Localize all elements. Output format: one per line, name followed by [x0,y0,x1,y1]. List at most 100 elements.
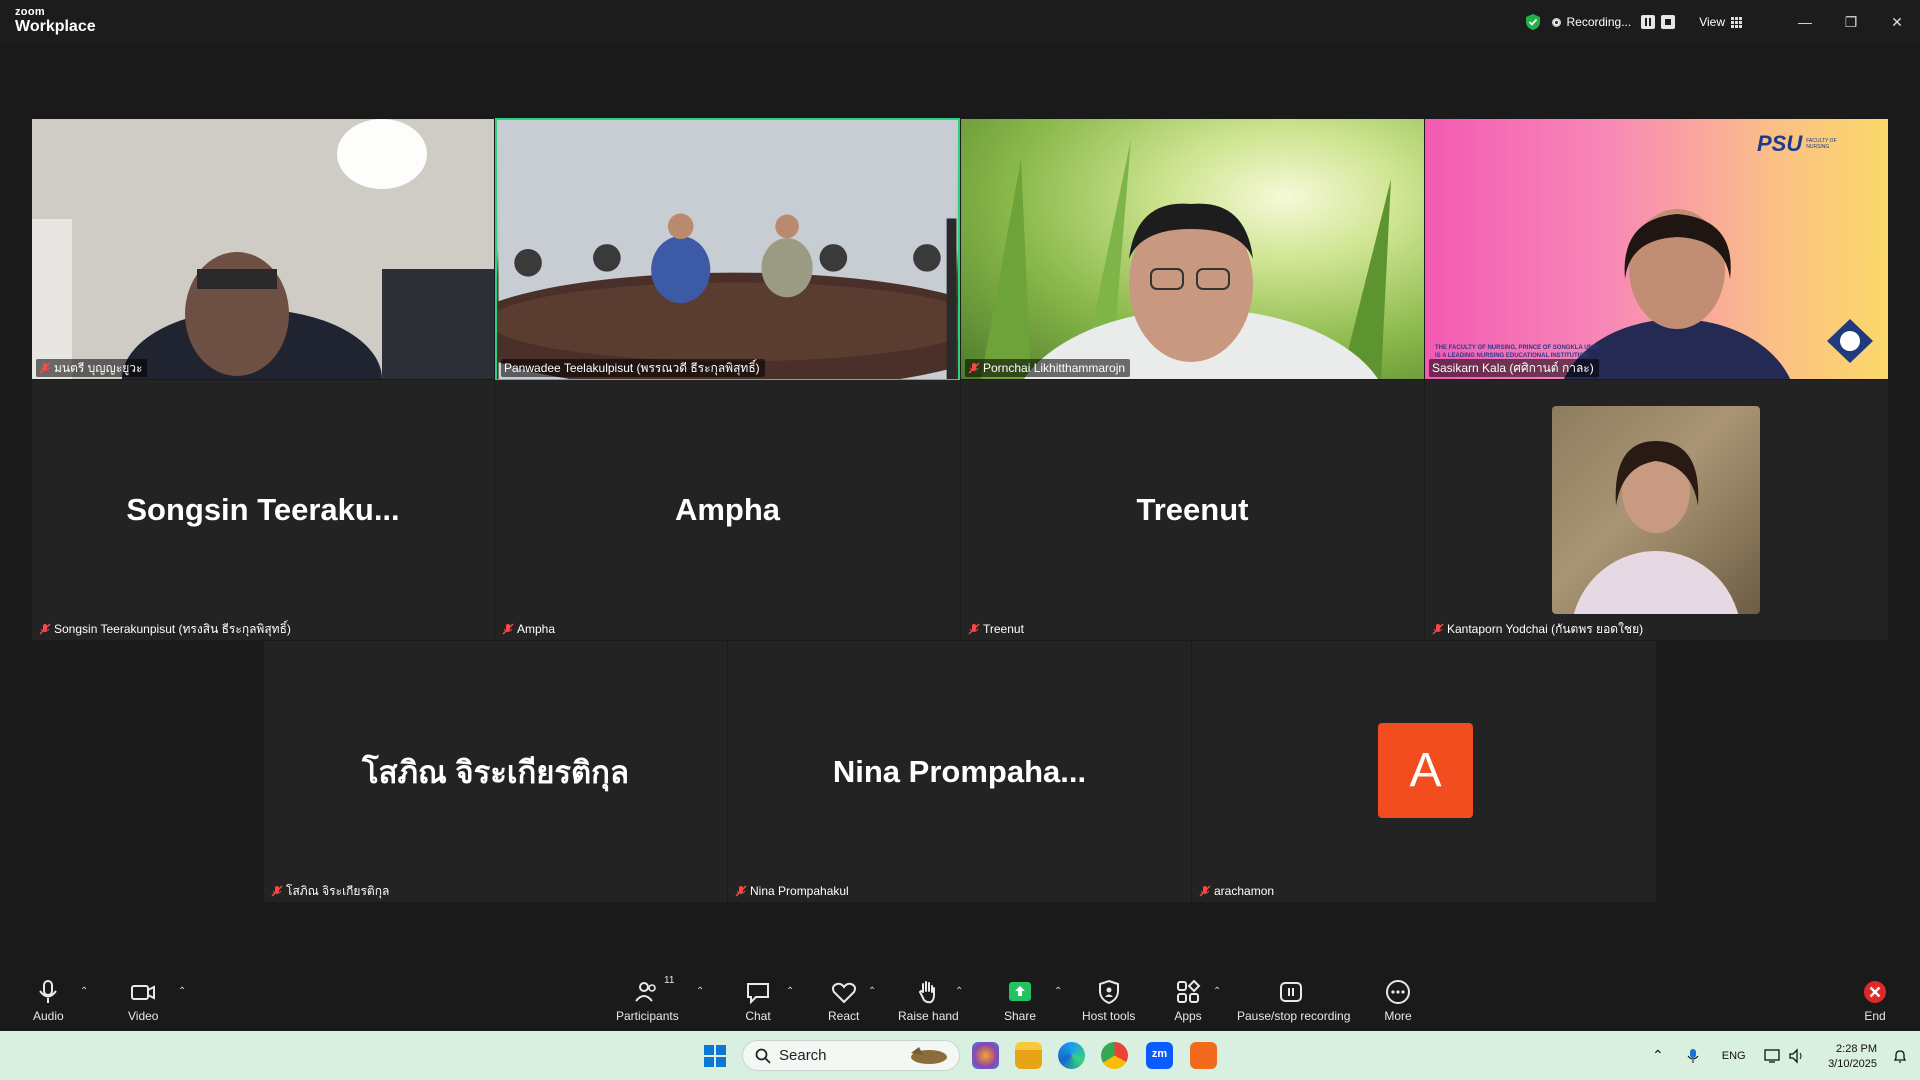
volume-icon[interactable] [1788,1047,1806,1064]
participant-name: Nina Prompahakul [750,884,849,898]
video-tile-active-speaker[interactable]: Panwadee Teelakulpisut (พรรณวดี ธีระกุลพ… [495,118,960,381]
video-tile-camera-off[interactable]: Nina Prompaha... Nina Prompahakul [728,641,1191,902]
zoom-logo: zoom Workplace [15,7,96,35]
psu-logo-line: FACULTY OF NURSING [1806,138,1837,150]
apps-icon [1177,979,1201,1003]
host-tools-button[interactable]: Host tools [1082,978,1135,1023]
participant-label: มนตรี บุญญะยูวะ [36,359,148,377]
notification-bell-icon[interactable] [1892,1048,1908,1064]
end-call-icon [1864,981,1886,1003]
avatar-initial: A [1378,723,1473,818]
view-label: View [1699,15,1725,29]
video-tile-camera-off[interactable]: โสภิณ จิระเกียรติกุล โสภิณ จิระเกียรติกุ… [264,641,727,902]
participant-name: Treenut [983,622,1024,636]
host-tools-shield-icon [1098,979,1119,1005]
apps-options-chevron-icon[interactable]: ⌃ [1213,986,1221,997]
participant-display-name: Songsin Teeraku... [126,492,400,527]
mic-muted-icon [968,362,980,374]
participant-name: Songsin Teerakunpisut (ทรงสิน ธีระกุลพิส… [54,621,291,636]
system-tray: ⌃ ENG [1652,1031,1806,1080]
chat-button[interactable]: Chat [744,978,772,1023]
audio-options-chevron-icon[interactable]: ⌃ [80,986,88,997]
react-label: React [828,1009,860,1023]
mic-muted-icon [39,362,51,374]
video-tile-camera-off[interactable]: Songsin Teeraku... Songsin Teerakunpisut… [32,380,494,640]
raise-hand-button[interactable]: Raise hand [898,978,959,1023]
video-label: Video [128,1009,159,1023]
chrome-browser-icon[interactable] [1101,1042,1128,1069]
participant-name: Panwadee Teelakulpisut (พรรณวดี ธีระกุลพ… [504,360,760,375]
restore-button[interactable]: ❐ [1828,0,1874,44]
chat-options-chevron-icon[interactable]: ⌃ [786,986,794,997]
participants-options-chevron-icon[interactable]: ⌃ [696,986,704,997]
taskbar-search-input[interactable]: Search [742,1040,960,1071]
language-indicator[interactable]: ENG [1722,1050,1746,1062]
brand-workplace: Workplace [15,18,96,35]
participant-display-name: โสภิณ จิระเกียรติกุล [362,754,629,790]
zoom-app-icon[interactable]: zm [1146,1042,1173,1069]
copilot-icon[interactable] [972,1042,999,1069]
camera-feed [1563,209,1873,379]
pinned-app-icon[interactable] [1190,1042,1217,1069]
encryption-shield-icon[interactable] [1524,13,1542,31]
close-window-button[interactable]: ✕ [1874,0,1920,44]
video-tile[interactable]: PSU FACULTY OF NURSING THE FACULTY OF NU… [1425,119,1888,379]
participant-label: Kantaporn Yodchai (กันตพร ยอดใชย) [1429,620,1648,638]
share-button[interactable]: Share [1004,978,1036,1023]
participant-name: มนตรี บุญญะยูวะ [54,360,143,375]
audio-button[interactable]: Audio [33,978,64,1023]
react-options-chevron-icon[interactable]: ⌃ [868,986,876,997]
network-icon[interactable] [1763,1048,1782,1064]
file-explorer-icon[interactable] [1015,1042,1042,1069]
pause-stop-recording-button[interactable]: Pause/stop recording [1237,978,1350,1023]
participant-label: Nina Prompahakul [732,882,854,900]
video-options-chevron-icon[interactable]: ⌃ [178,986,186,997]
mic-muted-icon [39,623,51,635]
participant-name: Ampha [517,622,556,636]
microphone-tray-icon[interactable] [1686,1048,1700,1064]
windows-taskbar: Search zm ⌃ ENG 2:28 PM 3/10/2025 [0,1031,1920,1080]
pause-stop-recording-icon [1279,982,1302,1002]
recording-indicator-icon [1551,17,1561,27]
react-button[interactable]: React [828,978,859,1023]
end-label: End [1864,1009,1886,1023]
participant-label: Ampha [499,620,560,638]
show-hidden-icons-chevron-icon[interactable]: ⌃ [1652,1047,1664,1064]
minimize-button[interactable]: — [1782,0,1828,44]
participant-label: Panwadee Teelakulpisut (พรรณวดี ธีระกุลพ… [501,359,765,377]
taskbar-clock[interactable]: 2:28 PM 3/10/2025 [1828,1042,1877,1072]
stop-recording-icon[interactable] [1661,15,1676,29]
participant-name: arachamon [1214,884,1275,898]
windows-start-icon[interactable] [704,1045,726,1067]
search-icon [755,1048,771,1064]
participant-label: โสภิณ จิระเกียรติกุล [268,882,394,900]
chat-label: Chat [745,1009,771,1023]
raise-hand-options-chevron-icon[interactable]: ⌃ [955,986,963,997]
participant-label: Sasikarn Kala (ศศิกานต์ กาละ) [1429,359,1599,377]
participants-label: Participants [616,1009,679,1023]
clock-date: 3/10/2025 [1828,1058,1877,1070]
view-button[interactable]: View [1699,15,1742,29]
meeting-toolbar: Audio ⌃ Video ⌃ Participants 11 ⌃ Chat ⌃… [0,974,1920,1031]
share-options-chevron-icon[interactable]: ⌃ [1054,986,1062,997]
end-meeting-button[interactable]: End [1861,978,1889,1023]
video-tile-camera-off[interactable]: Ampha Ampha [495,380,960,640]
raise-hand-label: Raise hand [898,1009,959,1023]
pause-recording-icon[interactable] [1641,15,1656,29]
heart-icon [831,982,856,1004]
video-tile[interactable]: มนตรี บุญญะยูวะ [32,119,494,379]
apps-label: Apps [1174,1009,1202,1023]
brand-zoom: zoom [15,6,45,18]
title-bar: zoom Workplace Recording... View — ❐ ✕ [0,0,1920,44]
microphone-icon [39,980,58,1003]
chat-icon [747,983,769,1005]
apps-button[interactable]: Apps [1174,978,1202,1023]
edge-browser-icon[interactable] [1058,1042,1085,1069]
video-tile[interactable]: Pornchai Likhitthammarojn [961,119,1424,379]
video-tile-camera-off[interactable]: Treenut Treenut [961,380,1424,640]
mic-muted-icon [271,885,283,897]
camera-feed [981,139,1391,379]
video-button[interactable]: Video [128,978,158,1023]
psu-logo: PSU FACULTY OF NURSING [1757,131,1860,157]
more-button[interactable]: More [1384,978,1412,1023]
